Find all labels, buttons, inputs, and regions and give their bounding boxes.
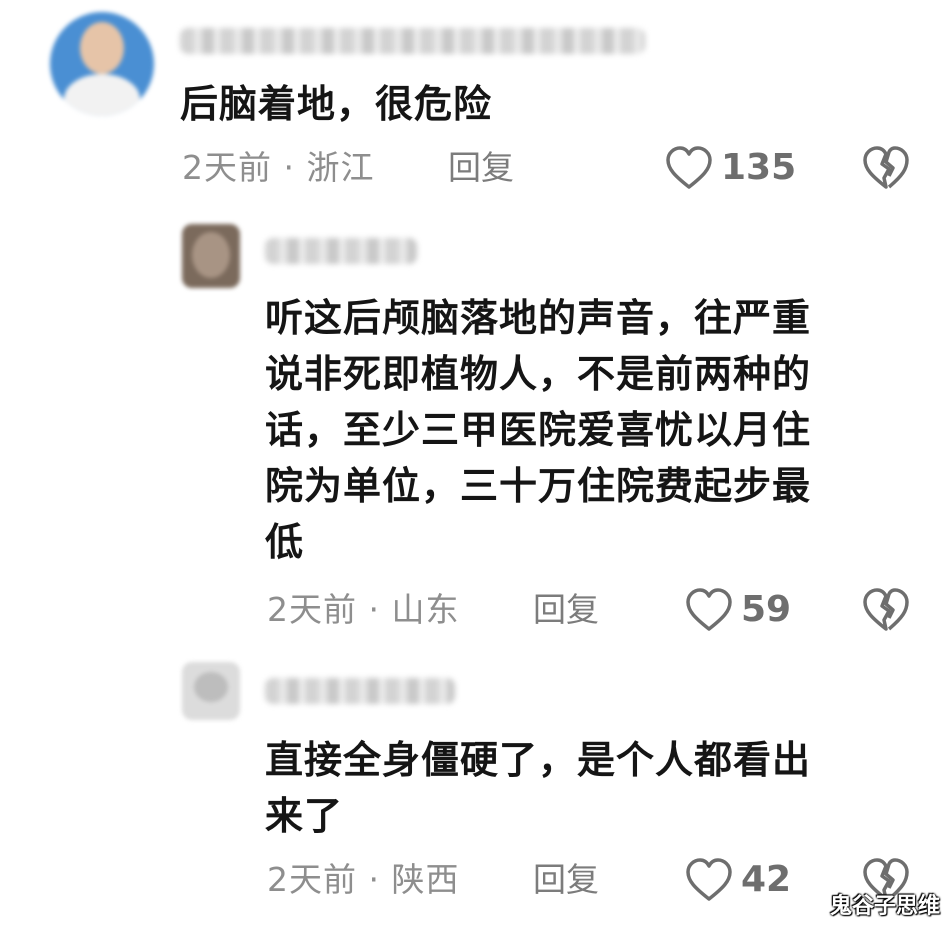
username[interactable]	[265, 678, 455, 704]
dislike-button[interactable]	[862, 145, 910, 191]
dislike-button[interactable]	[862, 587, 910, 633]
username[interactable]	[265, 238, 417, 264]
like-button[interactable]: 42	[685, 857, 791, 903]
comment-meta: 2天前 · 浙江	[182, 148, 375, 187]
comment-text: 直接全身僵硬了，是个人都看出 来了	[265, 732, 811, 844]
heart-icon	[666, 146, 712, 189]
comment-text-line: 话，至少三甲医院爱喜忧以月住	[265, 408, 812, 452]
comment-text-line: 来了	[265, 794, 344, 838]
broken-heart-icon	[863, 146, 909, 189]
comment-meta: 2天前 · 陕西	[267, 860, 460, 899]
like-count: 42	[741, 859, 792, 900]
reply-button[interactable]: 回复	[533, 590, 599, 630]
comment-text-line: 直接全身僵硬了，是个人都看出	[265, 738, 812, 782]
like-button[interactable]: 135	[665, 145, 796, 191]
reply-item: 听这后颅脑落地的声音，往严重 说非死即植物人，不是前两种的 话，至少三甲医院爱喜…	[0, 210, 950, 640]
comment-text: 后脑着地，很危险	[180, 76, 492, 132]
like-count: 135	[721, 147, 797, 188]
comment-text-line: 听这后颅脑落地的声音，往严重	[265, 296, 812, 340]
comment-text-line: 低	[265, 520, 305, 564]
reply-button[interactable]: 回复	[448, 148, 514, 188]
avatar[interactable]	[182, 662, 240, 720]
comment-meta: 2天前 · 山东	[267, 590, 460, 629]
comment-text-line: 说非死即植物人，不是前两种的	[265, 352, 812, 396]
like-count: 59	[741, 589, 792, 630]
comment-item: 后脑着地，很危险 2天前 · 浙江 回复 135	[0, 0, 950, 200]
comment-text-line: 后脑着地，很危险	[180, 82, 493, 126]
avatar[interactable]	[50, 12, 154, 116]
username[interactable]	[180, 28, 645, 54]
like-button[interactable]: 59	[685, 587, 791, 633]
reply-button[interactable]: 回复	[533, 860, 599, 900]
avatar[interactable]	[182, 224, 240, 288]
heart-icon	[686, 858, 732, 901]
broken-heart-icon	[863, 588, 909, 631]
comment-text: 听这后颅脑落地的声音，往严重 说非死即植物人，不是前两种的 话，至少三甲医院爱喜…	[265, 290, 811, 570]
comment-text-line: 院为单位，三十万住院费起步最	[265, 464, 812, 508]
watermark: 鬼谷子思维	[829, 894, 940, 919]
heart-icon	[686, 588, 732, 631]
reply-item: 直接全身僵硬了，是个人都看出 来了 2天前 · 陕西 回复 42	[0, 650, 950, 928]
